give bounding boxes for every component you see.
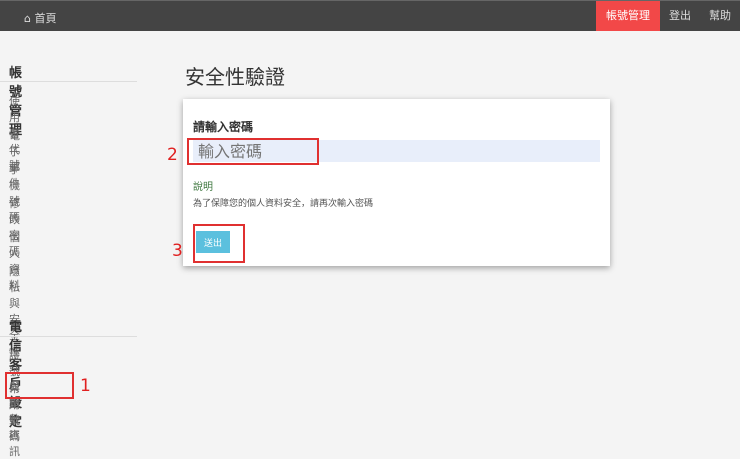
password-label: 請輸入密碼 <box>193 120 254 134</box>
divider <box>0 81 137 82</box>
top-navbar: ⌂ 首頁 帳號管理 登出 幫助 <box>0 0 740 31</box>
divider <box>0 336 137 337</box>
page-title: 安全性驗證 <box>185 65 285 89</box>
help-title: 說明 <box>193 182 213 193</box>
help-text: 為了保障您的個人資料安全，請再次輸入密碼 <box>193 199 374 209</box>
annotation-number: 1 <box>80 376 91 396</box>
annotation-box-2 <box>187 138 319 165</box>
home-link[interactable]: ⌂ 首頁 <box>24 10 56 26</box>
home-icon: ⌂ <box>24 12 31 25</box>
annotation-box-1 <box>5 372 74 399</box>
nav-account-management[interactable]: 帳號管理 <box>596 1 660 31</box>
verification-card: 請輸入密碼 說明 為了保障您的個人資料安全，請再次輸入密碼 送出 <box>183 99 610 266</box>
nav-help[interactable]: 幫助 <box>700 1 740 31</box>
annotation-number: 3 <box>172 241 183 261</box>
annotation-box-3 <box>193 224 245 263</box>
nav-logout[interactable]: 登出 <box>660 1 700 31</box>
annotation-number: 2 <box>167 145 178 165</box>
